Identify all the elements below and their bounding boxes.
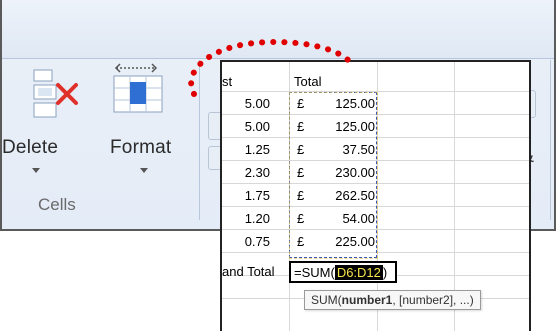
formula-prefix: =SUM( [294,265,335,280]
tooltip-current-argument: number1 [341,293,393,307]
currency-symbol: £ [297,211,305,226]
delete-button[interactable]: Delete [2,60,94,190]
formula-text: =SUM(D6:D12) [294,265,387,280]
total-cell[interactable]: 125.00 [312,119,375,134]
cells-group-label: Cells [38,195,76,214]
rate-cell[interactable]: 2.30 [222,165,270,180]
rate-cell[interactable]: 1.25 [222,142,270,157]
formula-range-reference: D6:D12 [334,265,383,280]
callout-highlight [188,39,353,97]
delete-dropdown-icon[interactable] [32,168,40,173]
active-cell-formula[interactable]: =SUM(D6:D12) [289,261,397,283]
group-divider [550,60,551,220]
formula-suffix: ) [382,265,388,280]
delete-cells-icon [33,69,78,118]
rate-cell[interactable]: 5.00 [222,119,270,134]
tooltip-rest: , [number2], ...) [392,293,474,307]
currency-symbol: £ [297,165,305,180]
total-cell[interactable]: 37.50 [312,142,375,157]
total-cell[interactable]: 262.50 [312,188,375,203]
format-cells-icon [113,63,163,113]
function-tooltip[interactable]: SUM(number1, [number2], ...) [304,290,481,310]
total-cell[interactable]: 225.00 [312,234,375,249]
rate-cell[interactable]: 0.75 [222,234,270,249]
currency-symbol: £ [297,119,305,134]
format-dropdown-icon[interactable] [140,168,148,173]
grand-total-label[interactable]: and Total [222,264,275,279]
currency-symbol: £ [297,142,305,157]
delete-button-label: Delete [2,137,59,158]
total-cell[interactable]: 230.00 [312,165,375,180]
format-button[interactable]: Format [102,60,182,190]
currency-symbol: £ [297,234,305,249]
tooltip-function: SUM( [311,293,342,307]
currency-symbol: £ [297,188,305,203]
callout-dotted-arc [188,39,353,97]
total-cell[interactable]: 54.00 [312,211,375,226]
rate-cell[interactable]: 1.75 [222,188,270,203]
format-button-label: Format [110,137,172,158]
rate-cell[interactable]: 1.20 [222,211,270,226]
